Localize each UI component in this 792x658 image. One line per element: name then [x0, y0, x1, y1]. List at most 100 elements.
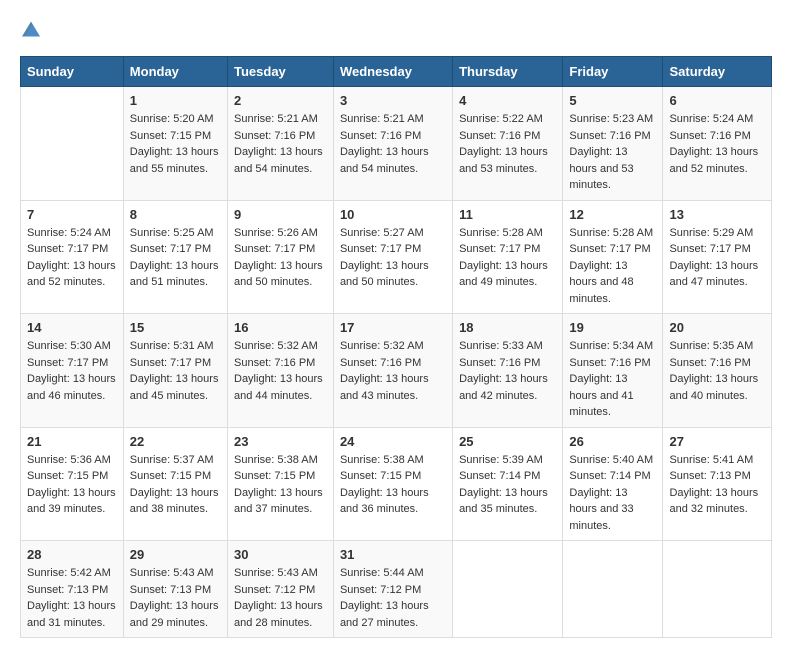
- day-info: Sunrise: 5:28 AM Sunset: 7:17 PM Dayligh…: [569, 225, 656, 308]
- day-info: Sunrise: 5:22 AM Sunset: 7:16 PM Dayligh…: [459, 111, 556, 177]
- day-cell: 12 Sunrise: 5:28 AM Sunset: 7:17 PM Dayl…: [563, 200, 663, 314]
- day-info: Sunrise: 5:31 AM Sunset: 7:17 PM Dayligh…: [130, 338, 221, 404]
- day-number: 9: [234, 207, 327, 222]
- day-cell: 6 Sunrise: 5:24 AM Sunset: 7:16 PM Dayli…: [663, 87, 772, 201]
- logo-icon: [22, 20, 40, 38]
- sunset-text: Sunset: 7:12 PM: [234, 584, 315, 596]
- daylight-text: Daylight: 13 hours and 50 minutes.: [234, 260, 323, 289]
- day-cell: 29 Sunrise: 5:43 AM Sunset: 7:13 PM Dayl…: [123, 541, 227, 638]
- sunrise-text: Sunrise: 5:21 AM: [340, 113, 424, 125]
- day-number: 25: [459, 434, 556, 449]
- sunrise-text: Sunrise: 5:21 AM: [234, 113, 318, 125]
- day-info: Sunrise: 5:30 AM Sunset: 7:17 PM Dayligh…: [27, 338, 117, 404]
- day-info: Sunrise: 5:36 AM Sunset: 7:15 PM Dayligh…: [27, 452, 117, 518]
- day-info: Sunrise: 5:38 AM Sunset: 7:15 PM Dayligh…: [234, 452, 327, 518]
- daylight-text: Daylight: 13 hours and 46 minutes.: [27, 373, 116, 402]
- sunset-text: Sunset: 7:17 PM: [340, 243, 421, 255]
- day-cell: 18 Sunrise: 5:33 AM Sunset: 7:16 PM Dayl…: [453, 314, 563, 428]
- day-cell: 8 Sunrise: 5:25 AM Sunset: 7:17 PM Dayli…: [123, 200, 227, 314]
- sunset-text: Sunset: 7:16 PM: [669, 357, 750, 369]
- sunrise-text: Sunrise: 5:24 AM: [27, 227, 111, 239]
- day-cell: 9 Sunrise: 5:26 AM Sunset: 7:17 PM Dayli…: [228, 200, 334, 314]
- sunrise-text: Sunrise: 5:20 AM: [130, 113, 214, 125]
- sunrise-text: Sunrise: 5:43 AM: [234, 567, 318, 579]
- header-cell-tuesday: Tuesday: [228, 57, 334, 87]
- sunrise-text: Sunrise: 5:37 AM: [130, 454, 214, 466]
- day-info: Sunrise: 5:38 AM Sunset: 7:15 PM Dayligh…: [340, 452, 446, 518]
- day-cell: 24 Sunrise: 5:38 AM Sunset: 7:15 PM Dayl…: [333, 427, 452, 541]
- sunset-text: Sunset: 7:17 PM: [234, 243, 315, 255]
- daylight-text: Daylight: 13 hours and 54 minutes.: [340, 146, 429, 175]
- sunset-text: Sunset: 7:17 PM: [27, 243, 108, 255]
- daylight-text: Daylight: 13 hours and 52 minutes.: [27, 260, 116, 289]
- logo: [20, 20, 40, 40]
- sunrise-text: Sunrise: 5:38 AM: [234, 454, 318, 466]
- day-number: 15: [130, 320, 221, 335]
- sunrise-text: Sunrise: 5:29 AM: [669, 227, 753, 239]
- day-cell: [663, 541, 772, 638]
- week-row-4: 21 Sunrise: 5:36 AM Sunset: 7:15 PM Dayl…: [21, 427, 772, 541]
- daylight-text: Daylight: 13 hours and 33 minutes.: [569, 487, 633, 532]
- day-info: Sunrise: 5:24 AM Sunset: 7:17 PM Dayligh…: [27, 225, 117, 291]
- day-info: Sunrise: 5:20 AM Sunset: 7:15 PM Dayligh…: [130, 111, 221, 177]
- header-cell-wednesday: Wednesday: [333, 57, 452, 87]
- sunset-text: Sunset: 7:16 PM: [669, 130, 750, 142]
- day-number: 11: [459, 207, 556, 222]
- sunrise-text: Sunrise: 5:26 AM: [234, 227, 318, 239]
- day-info: Sunrise: 5:23 AM Sunset: 7:16 PM Dayligh…: [569, 111, 656, 194]
- day-info: Sunrise: 5:21 AM Sunset: 7:16 PM Dayligh…: [340, 111, 446, 177]
- day-number: 14: [27, 320, 117, 335]
- sunset-text: Sunset: 7:15 PM: [130, 130, 211, 142]
- day-info: Sunrise: 5:44 AM Sunset: 7:12 PM Dayligh…: [340, 565, 446, 631]
- daylight-text: Daylight: 13 hours and 42 minutes.: [459, 373, 548, 402]
- sunrise-text: Sunrise: 5:39 AM: [459, 454, 543, 466]
- day-info: Sunrise: 5:40 AM Sunset: 7:14 PM Dayligh…: [569, 452, 656, 535]
- sunrise-text: Sunrise: 5:28 AM: [569, 227, 653, 239]
- daylight-text: Daylight: 13 hours and 47 minutes.: [669, 260, 758, 289]
- week-row-3: 14 Sunrise: 5:30 AM Sunset: 7:17 PM Dayl…: [21, 314, 772, 428]
- sunset-text: Sunset: 7:16 PM: [340, 130, 421, 142]
- calendar-header: SundayMondayTuesdayWednesdayThursdayFrid…: [21, 57, 772, 87]
- sunrise-text: Sunrise: 5:41 AM: [669, 454, 753, 466]
- day-cell: 4 Sunrise: 5:22 AM Sunset: 7:16 PM Dayli…: [453, 87, 563, 201]
- daylight-text: Daylight: 13 hours and 31 minutes.: [27, 600, 116, 629]
- sunset-text: Sunset: 7:15 PM: [130, 470, 211, 482]
- day-cell: 3 Sunrise: 5:21 AM Sunset: 7:16 PM Dayli…: [333, 87, 452, 201]
- calendar-body: 1 Sunrise: 5:20 AM Sunset: 7:15 PM Dayli…: [21, 87, 772, 638]
- day-cell: 1 Sunrise: 5:20 AM Sunset: 7:15 PM Dayli…: [123, 87, 227, 201]
- daylight-text: Daylight: 13 hours and 49 minutes.: [459, 260, 548, 289]
- header: [20, 20, 772, 40]
- day-number: 1: [130, 93, 221, 108]
- sunset-text: Sunset: 7:17 PM: [569, 243, 650, 255]
- sunset-text: Sunset: 7:17 PM: [27, 357, 108, 369]
- sunrise-text: Sunrise: 5:27 AM: [340, 227, 424, 239]
- day-info: Sunrise: 5:42 AM Sunset: 7:13 PM Dayligh…: [27, 565, 117, 631]
- header-cell-sunday: Sunday: [21, 57, 124, 87]
- day-number: 12: [569, 207, 656, 222]
- day-info: Sunrise: 5:33 AM Sunset: 7:16 PM Dayligh…: [459, 338, 556, 404]
- day-number: 16: [234, 320, 327, 335]
- day-number: 18: [459, 320, 556, 335]
- day-cell: 21 Sunrise: 5:36 AM Sunset: 7:15 PM Dayl…: [21, 427, 124, 541]
- daylight-text: Daylight: 13 hours and 40 minutes.: [669, 373, 758, 402]
- sunset-text: Sunset: 7:17 PM: [459, 243, 540, 255]
- day-number: 24: [340, 434, 446, 449]
- daylight-text: Daylight: 13 hours and 36 minutes.: [340, 487, 429, 516]
- daylight-text: Daylight: 13 hours and 27 minutes.: [340, 600, 429, 629]
- day-number: 31: [340, 547, 446, 562]
- sunrise-text: Sunrise: 5:31 AM: [130, 340, 214, 352]
- header-cell-monday: Monday: [123, 57, 227, 87]
- sunset-text: Sunset: 7:16 PM: [234, 130, 315, 142]
- day-number: 4: [459, 93, 556, 108]
- header-cell-saturday: Saturday: [663, 57, 772, 87]
- sunset-text: Sunset: 7:17 PM: [130, 357, 211, 369]
- day-number: 30: [234, 547, 327, 562]
- sunset-text: Sunset: 7:13 PM: [669, 470, 750, 482]
- day-number: 8: [130, 207, 221, 222]
- sunset-text: Sunset: 7:16 PM: [569, 130, 650, 142]
- day-info: Sunrise: 5:32 AM Sunset: 7:16 PM Dayligh…: [234, 338, 327, 404]
- day-cell: 20 Sunrise: 5:35 AM Sunset: 7:16 PM Dayl…: [663, 314, 772, 428]
- calendar-table: SundayMondayTuesdayWednesdayThursdayFrid…: [20, 56, 772, 638]
- sunset-text: Sunset: 7:16 PM: [234, 357, 315, 369]
- sunset-text: Sunset: 7:15 PM: [234, 470, 315, 482]
